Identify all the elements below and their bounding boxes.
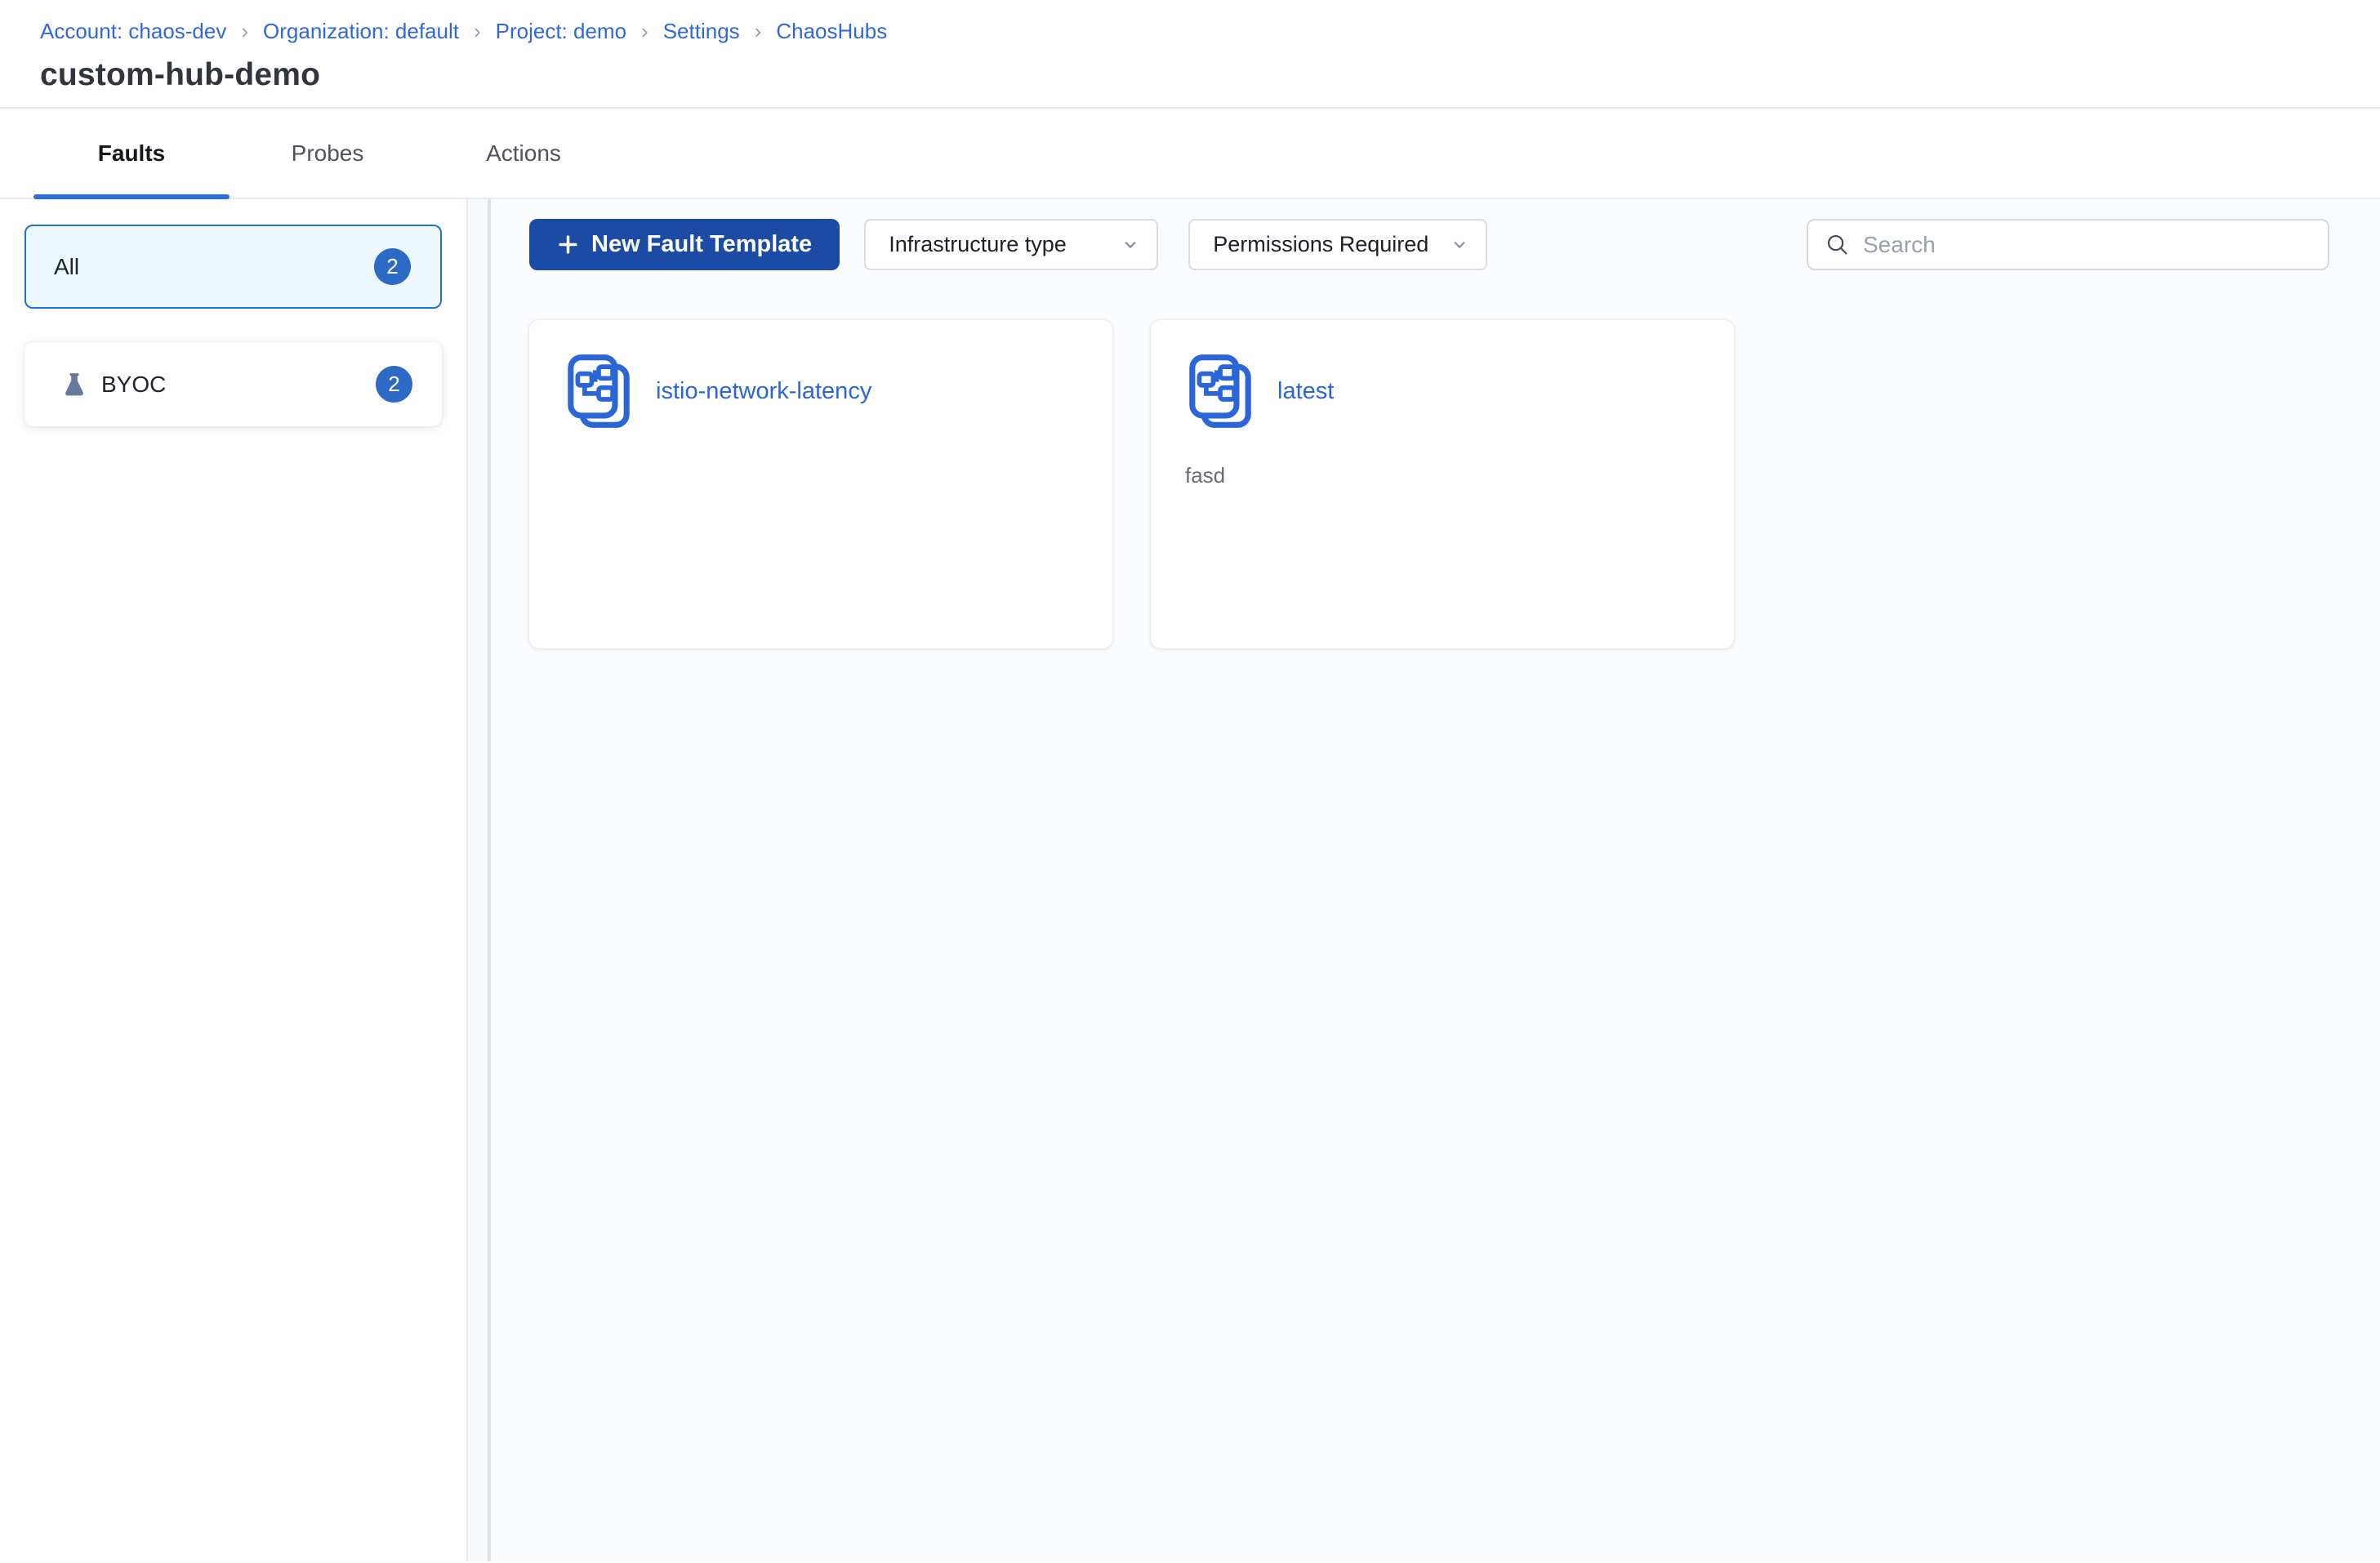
active-tab-indicator bbox=[33, 194, 230, 199]
hub-template-icon bbox=[564, 353, 634, 430]
sidebar-item-all[interactable]: All 2 bbox=[25, 225, 442, 309]
search-field bbox=[1807, 219, 2329, 270]
plus-icon bbox=[557, 234, 579, 256]
tab-probes-label: Probes bbox=[291, 140, 364, 166]
tab-faults-label: Faults bbox=[97, 140, 166, 166]
byoc-count-badge: 2 bbox=[376, 366, 412, 403]
tab-probes[interactable]: Probes bbox=[230, 109, 426, 198]
fault-template-description: fasd bbox=[1185, 463, 1226, 488]
chevron-down-icon bbox=[1450, 235, 1469, 255]
toolbar: New Fault Template Infrastructure type P… bbox=[529, 219, 2329, 270]
category-sidebar: All 2 BYOC 2 bbox=[0, 199, 466, 1561]
flask-icon bbox=[60, 369, 88, 400]
breadcrumb-project[interactable]: Project: demo bbox=[496, 18, 626, 44]
infrastructure-type-label: Infrastructure type bbox=[889, 232, 1067, 256]
page-header: Account: chaos-dev › Organization: defau… bbox=[0, 0, 2380, 109]
sidebar-item-byoc[interactable]: BYOC 2 bbox=[25, 342, 442, 426]
fault-template-title[interactable]: latest bbox=[1277, 378, 1334, 405]
tab-bar: Faults Probes Actions bbox=[0, 109, 2380, 199]
fault-template-grid: istio-network-latency latest fasd bbox=[529, 320, 2329, 648]
sidebar-item-all-label: All bbox=[54, 253, 80, 279]
tab-faults[interactable]: Faults bbox=[33, 109, 230, 199]
main-panel: New Fault Template Infrastructure type P… bbox=[491, 199, 2380, 1561]
breadcrumb: Account: chaos-dev › Organization: defau… bbox=[40, 18, 2380, 44]
fault-template-card-latest[interactable]: latest fasd bbox=[1151, 320, 1734, 648]
new-fault-template-label: New Fault Template bbox=[591, 231, 813, 257]
card-header: istio-network-latency bbox=[564, 353, 1078, 430]
sidebar-item-byoc-label: BYOC bbox=[101, 371, 167, 397]
breadcrumb-separator: › bbox=[241, 19, 249, 43]
chevron-down-icon bbox=[1121, 235, 1140, 255]
tab-actions[interactable]: Actions bbox=[426, 109, 622, 198]
page-title: custom-hub-demo bbox=[40, 57, 321, 92]
new-fault-template-button[interactable]: New Fault Template bbox=[529, 219, 840, 270]
all-count-badge: 2 bbox=[374, 248, 411, 285]
fault-template-title[interactable]: istio-network-latency bbox=[656, 378, 871, 405]
breadcrumb-settings[interactable]: Settings bbox=[663, 18, 740, 44]
breadcrumb-account[interactable]: Account: chaos-dev bbox=[40, 18, 226, 44]
search-input[interactable] bbox=[1861, 230, 2311, 259]
breadcrumb-separator: › bbox=[473, 19, 481, 43]
content-area: All 2 BYOC 2 New Fault Template Infrastr… bbox=[0, 199, 2380, 1561]
hub-template-icon bbox=[1185, 353, 1255, 430]
permissions-required-dropdown[interactable]: Permissions Required bbox=[1188, 219, 1488, 270]
card-header: latest bbox=[1185, 353, 1700, 430]
fault-template-card-istio-network-latency[interactable]: istio-network-latency bbox=[529, 320, 1112, 648]
breadcrumb-separator: › bbox=[641, 19, 648, 43]
search-icon bbox=[1825, 232, 1850, 257]
tab-actions-label: Actions bbox=[486, 140, 561, 166]
permissions-required-label: Permissions Required bbox=[1213, 232, 1429, 256]
breadcrumb-chaoshubs[interactable]: ChaosHubs bbox=[776, 18, 887, 44]
infrastructure-type-dropdown[interactable]: Infrastructure type bbox=[864, 219, 1159, 270]
breadcrumb-separator: › bbox=[754, 19, 762, 43]
breadcrumb-organization[interactable]: Organization: default bbox=[263, 18, 459, 44]
sidebar-main-divider bbox=[466, 199, 491, 1561]
